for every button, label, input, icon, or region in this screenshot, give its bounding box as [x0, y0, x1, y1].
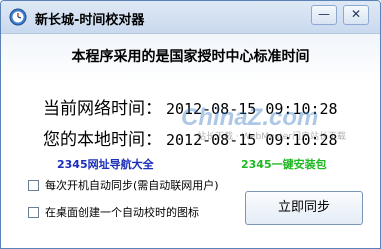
app-window: 新长城-时间校对器 — ✕ 本程序采用的是国家授时中心标准时间 当前网络时间： 2… [0, 0, 381, 249]
clock-icon [9, 8, 27, 26]
network-time-row: 当前网络时间： 2012-08-15 09:10:28 [43, 94, 338, 119]
local-time-label: 您的本地时间： [43, 130, 162, 150]
desktop-icon-checkbox[interactable] [28, 206, 39, 218]
minimize-icon: — [318, 7, 330, 21]
link-2345-nav[interactable]: 2345网址导航大全 [57, 156, 154, 172]
minimize-button[interactable]: — [311, 5, 337, 25]
sync-now-button[interactable]: 立即同步 [245, 191, 363, 225]
window-title: 新长城-时间校对器 [35, 13, 145, 28]
link-2345-installer[interactable]: 2345一键安装包 [241, 156, 327, 172]
local-time-row: 您的本地时间： 2012-08-15 09:10:28 [43, 125, 338, 150]
network-time-value: 2012-08-15 09:10:28 [166, 100, 338, 118]
headline: 本程序采用的是国家授时中心标准时间 [71, 49, 310, 65]
title-bar[interactable]: 新长城-时间校对器 — ✕ [1, 1, 380, 34]
close-icon: ✕ [350, 7, 362, 21]
close-button[interactable]: ✕ [343, 5, 369, 25]
network-time-label: 当前网络时间： [43, 99, 162, 119]
desktop-icon-option[interactable]: 在桌面创建一个自动校时的图标 [28, 204, 199, 220]
local-time-value: 2012-08-15 09:10:28 [166, 131, 338, 149]
desktop-icon-label: 在桌面创建一个自动校时的图标 [45, 206, 199, 219]
auto-sync-label: 每次开机自动同步(需自动联网用户) [45, 179, 219, 192]
auto-sync-checkbox[interactable] [28, 179, 39, 191]
auto-sync-option[interactable]: 每次开机自动同步(需自动联网用户) [28, 177, 219, 193]
